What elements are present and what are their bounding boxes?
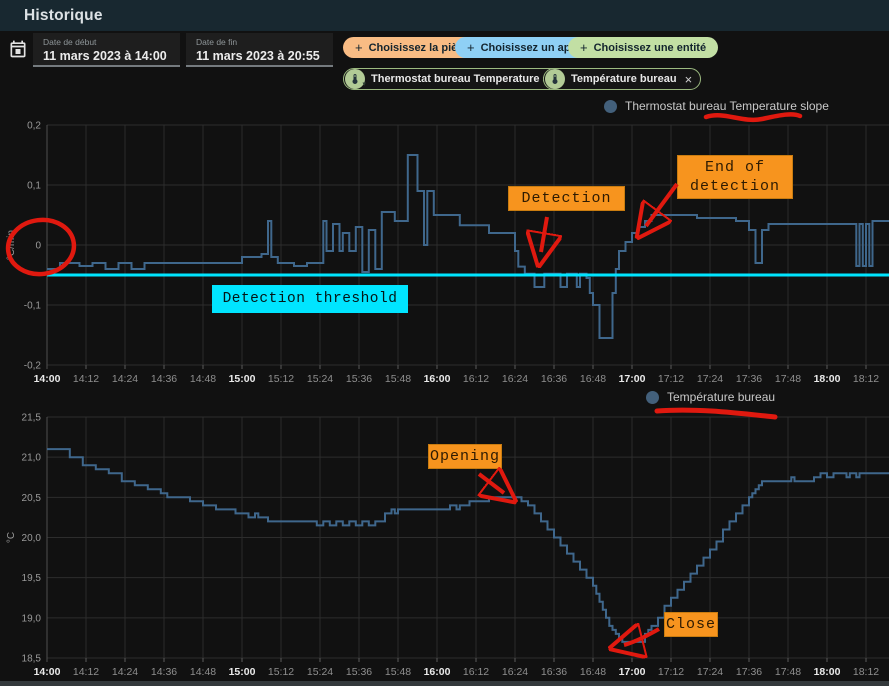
y-tick-label: 0,1	[27, 181, 41, 192]
x-tick-label: 15:12	[268, 666, 294, 678]
legend-temperature-slope[interactable]: Thermostat bureau Temperature slope	[604, 99, 829, 113]
annotation-end-line1: End of	[705, 158, 765, 177]
y-tick-label: 0,2	[27, 121, 41, 132]
x-tick-label: 16:12	[463, 373, 489, 385]
x-tick-label: 15:24	[307, 666, 333, 678]
y-axis-title: °C/min	[6, 230, 17, 260]
app-header: Historique	[0, 0, 889, 31]
x-tick-label: 15:24	[307, 373, 333, 385]
x-tick-label: 17:48	[775, 666, 801, 678]
x-tick-label: 15:48	[385, 666, 411, 678]
x-tick-label: 17:00	[619, 373, 646, 385]
chip-label: Température bureau	[571, 73, 677, 85]
x-tick-label: 17:00	[619, 666, 646, 678]
x-tick-label: 16:00	[424, 666, 451, 678]
x-tick-label: 14:24	[112, 373, 138, 385]
x-tick-label: 17:36	[736, 373, 762, 385]
x-tick-label: 17:24	[697, 666, 723, 678]
temperature-chart[interactable]: 21,5 21,0 20,5 20,0 19,5 19,0 18,5 14:00 14:12 14…	[0, 385, 889, 681]
date-end-field[interactable]: Date de fin 11 mars 2023 à 20:55	[186, 33, 333, 67]
date-start-value: 11 mars 2023 à 14:00	[43, 49, 180, 63]
x-tick-label: 14:12	[73, 373, 99, 385]
y-tick-label: 19,5	[22, 573, 42, 584]
x-tick-label: 16:24	[502, 666, 528, 678]
y-tick-label: 20,0	[22, 533, 42, 544]
temperature-slope-chart[interactable]: 0,2 0,1 0 -0,1 -0,214:00 14:12 14:24 14:36 14:48…	[0, 95, 889, 385]
legend-label: Température bureau	[667, 390, 775, 404]
y-tick-label: 21,5	[22, 413, 42, 424]
annotation-detection: Detection	[508, 186, 625, 211]
x-tick-label: 15:36	[346, 666, 372, 678]
x-tick-label: 14:12	[73, 666, 99, 678]
y-tick-label: -0,2	[24, 361, 42, 372]
x-tick-label: 14:00	[34, 373, 61, 385]
y-tick-label: 18,5	[22, 653, 42, 664]
x-tick-label: 18:00	[814, 666, 841, 678]
y-tick-label: 19,0	[22, 613, 42, 624]
annotation-end-line2: detection	[690, 177, 780, 196]
annotation-opening: Opening	[428, 444, 502, 469]
plus-icon: +	[580, 40, 588, 55]
x-tick-label: 14:24	[112, 666, 138, 678]
x-tick-label: 18:12	[853, 666, 879, 678]
date-start-field[interactable]: Date de début 11 mars 2023 à 14:00	[33, 33, 180, 67]
date-end-value: 11 mars 2023 à 20:55	[196, 49, 333, 63]
x-tick-label: 17:12	[658, 666, 684, 678]
choose-entity-label: Choisissez une entité	[594, 42, 706, 54]
date-start-label: Date de début	[43, 37, 180, 47]
x-tick-label: 15:48	[385, 373, 411, 385]
x-tick-label: 14:48	[190, 666, 216, 678]
x-tick-label: 17:36	[736, 666, 762, 678]
legend-label: Thermostat bureau Temperature slope	[625, 99, 829, 113]
x-tick-label: 16:48	[580, 666, 606, 678]
series-line[interactable]	[47, 449, 889, 642]
chevron-down-icon: ▾	[362, 81, 366, 88]
chip-label: Thermostat bureau Temperature slope	[371, 73, 571, 85]
calendar-icon[interactable]	[8, 39, 28, 59]
x-tick-label: 15:00	[229, 373, 256, 385]
x-tick-label: 14:48	[190, 373, 216, 385]
legend-dot	[604, 100, 617, 113]
legend-temperature[interactable]: Température bureau	[646, 390, 775, 404]
x-tick-label: 14:36	[151, 373, 177, 385]
y-tick-label: 21,0	[22, 453, 42, 464]
x-tick-label: 15:12	[268, 373, 294, 385]
x-tick-label: 16:36	[541, 666, 567, 678]
choose-entity-button[interactable]: + Choisissez une entité	[568, 37, 718, 58]
x-tick-label: 15:36	[346, 373, 372, 385]
x-tick-label: 15:00	[229, 666, 256, 678]
bottom-scroll-strip[interactable]	[0, 681, 889, 686]
x-tick-label: 17:12	[658, 373, 684, 385]
x-tick-label: 14:36	[151, 666, 177, 678]
thermometer-icon: ▾	[345, 69, 365, 89]
x-tick-label: 16:36	[541, 373, 567, 385]
legend-dot	[646, 391, 659, 404]
annotation-detection-threshold: Detection threshold	[212, 285, 408, 313]
x-tick-label: 16:00	[424, 373, 451, 385]
plus-icon: +	[355, 40, 363, 55]
x-tick-label: 16:12	[463, 666, 489, 678]
y-tick-label: 20,5	[22, 493, 42, 504]
page-title: Historique	[24, 7, 103, 25]
date-end-label: Date de fin	[196, 37, 333, 47]
entity-chip-temperature[interactable]: Température bureau ×	[543, 68, 701, 90]
x-tick-label: 18:12	[853, 373, 879, 385]
plus-icon: +	[467, 40, 475, 55]
x-tick-label: 16:48	[580, 373, 606, 385]
x-tick-label: 18:00	[814, 373, 841, 385]
x-tick-label: 17:48	[775, 373, 801, 385]
y-tick-label: -0,1	[24, 301, 42, 312]
x-tick-label: 14:00	[34, 666, 61, 678]
close-icon[interactable]: ×	[685, 72, 693, 87]
thermometer-icon	[545, 69, 565, 89]
annotation-close: Close	[664, 612, 718, 637]
x-tick-label: 16:24	[502, 373, 528, 385]
annotation-end-of-detection: End of detection	[677, 155, 793, 199]
y-tick-label: 0	[35, 241, 41, 252]
y-axis-title: °C	[6, 532, 17, 543]
x-tick-label: 17:24	[697, 373, 723, 385]
